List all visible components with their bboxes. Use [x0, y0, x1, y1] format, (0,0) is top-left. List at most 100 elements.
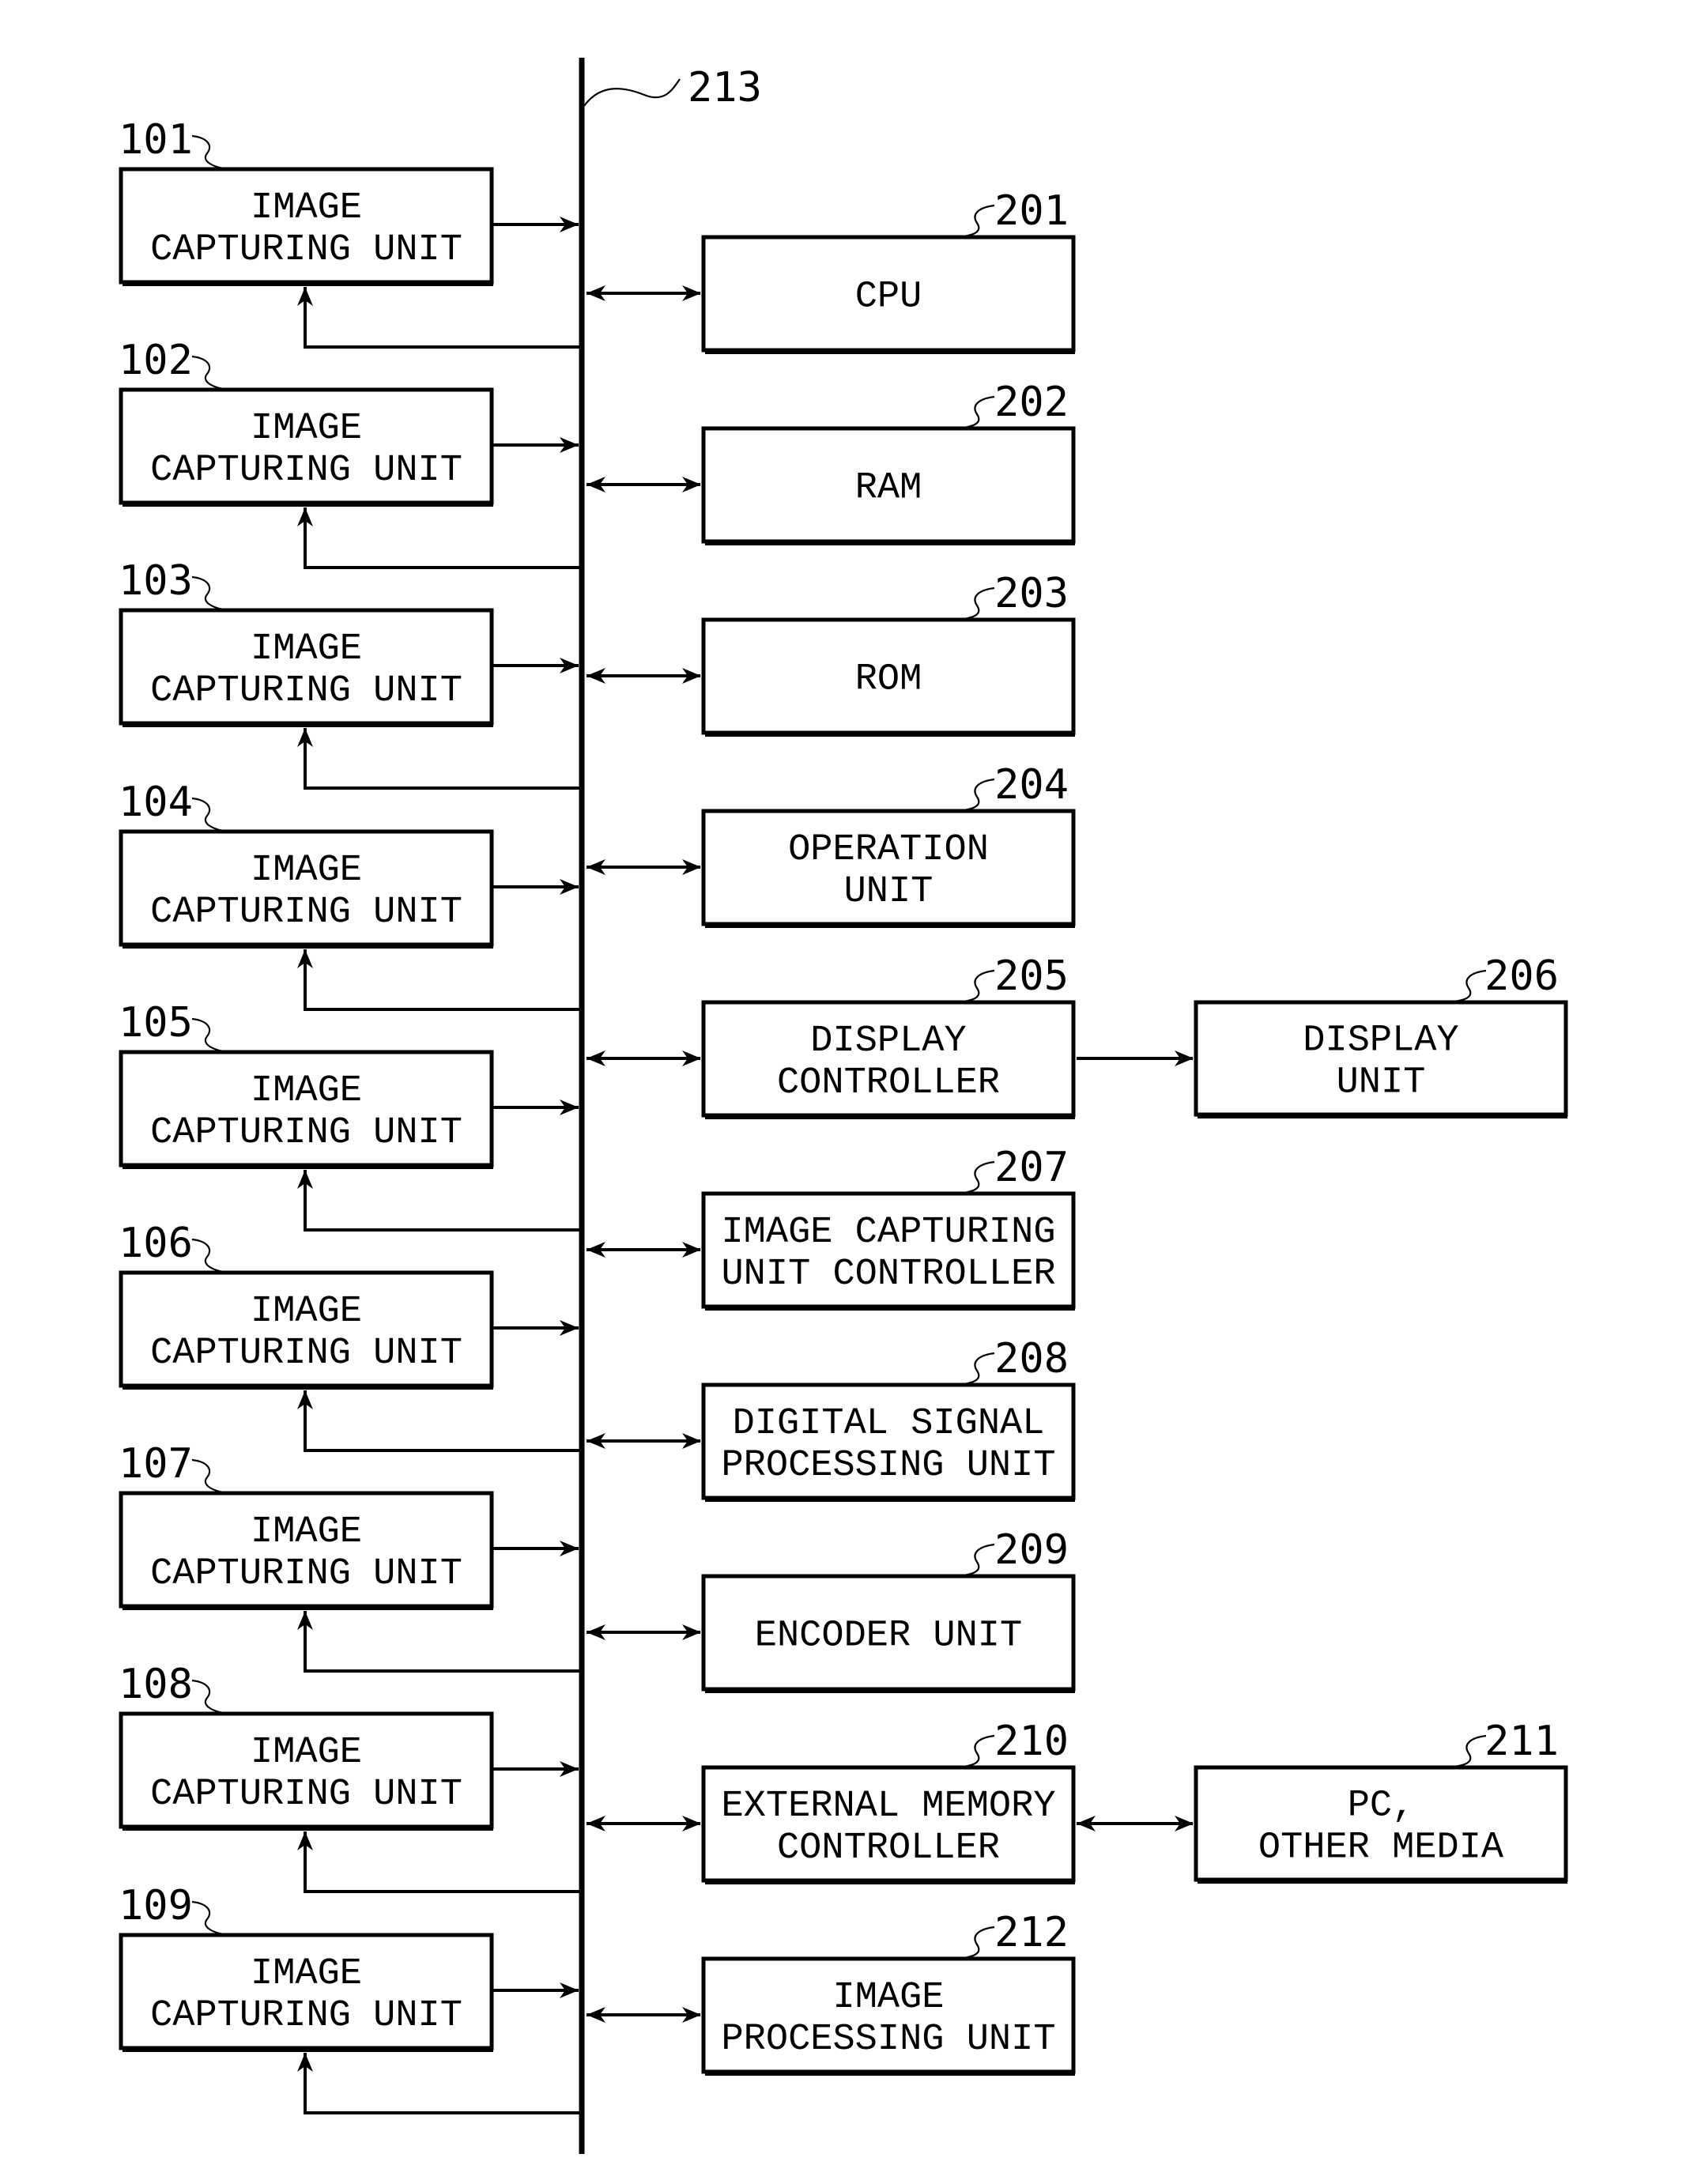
box-label-line: IMAGE CAPTURING [721, 1212, 1055, 1254]
leader-line [957, 969, 995, 1004]
bus-components-column: CPU201RAM202ROM203OPERATIONUNIT204DISPLA… [701, 187, 1076, 2076]
control-wire [304, 1170, 582, 1232]
leader-line [191, 1017, 230, 1054]
bus-component: ROM 203 [701, 570, 1076, 737]
box-label-line: UNIT [1337, 1062, 1426, 1104]
bus-component: RAM 202 [701, 379, 1076, 545]
control-wire [304, 1831, 582, 1893]
bus-component: DISPLAYCONTROLLER205 [701, 952, 1076, 1119]
reference-numeral: 108 [119, 1661, 193, 1708]
leader-line [957, 1926, 995, 1960]
control-wire [304, 2053, 582, 2114]
reference-numeral: 105 [119, 999, 193, 1047]
bus-component-box: DIGITAL SIGNALPROCESSING UNIT [701, 1382, 1076, 1502]
box-label-line: IMAGE [251, 1070, 362, 1112]
image-capturing-unit-box: IMAGECAPTURING UNIT [119, 829, 494, 949]
box-label-line: CAPTURING UNIT [150, 1112, 462, 1154]
leader-line [957, 1160, 995, 1195]
image-capturing-unit: IMAGECAPTURING UNIT101 [119, 116, 494, 286]
control-wire [304, 1390, 582, 1452]
image-capturing-unit: IMAGECAPTURING UNIT107 [119, 1440, 494, 1610]
image-capturing-unit-box: IMAGECAPTURING UNIT [119, 167, 494, 286]
bus-component: DIGITAL SIGNALPROCESSING UNIT208 [701, 1335, 1076, 1502]
image-capturing-unit: IMAGECAPTURING UNIT102 [119, 337, 494, 507]
image-capturing-unit-box: IMAGECAPTURING UNIT [119, 387, 494, 507]
box-label-line: CAPTURING UNIT [150, 1995, 462, 2037]
reference-numeral: 209 [994, 1526, 1069, 1574]
bus-component: OPERATIONUNIT204 [701, 761, 1076, 928]
reference-numeral: 102 [119, 337, 193, 384]
image-capturing-unit: IMAGECAPTURING UNIT108 [119, 1661, 494, 1831]
image-capturing-unit: IMAGECAPTURING UNIT105 [119, 999, 494, 1169]
box-label-line: UNIT CONTROLLER [721, 1254, 1055, 1296]
box-label-line: CONTROLLER [777, 1828, 1000, 1869]
reference-numeral: 104 [119, 779, 193, 826]
leader-line [191, 797, 230, 833]
reference-numeral: 201 [994, 187, 1069, 235]
box-label-line: PC, [1348, 1786, 1415, 1828]
image-capturing-unit: IMAGECAPTURING UNIT 109 [119, 1882, 494, 2052]
bus-component: CPU 201 [701, 187, 1076, 354]
box-label-line: CAPTURING UNIT [150, 670, 462, 712]
box-label-line: EXTERNAL MEMORY [721, 1786, 1055, 1828]
reference-numeral: 203 [994, 570, 1069, 617]
image-capturing-unit-box: IMAGECAPTURING UNIT [119, 1711, 494, 1831]
control-wire [304, 507, 582, 569]
box-label-line: DISPLAY [1303, 1020, 1458, 1062]
leader-line [191, 134, 230, 171]
reference-numeral: 213 [688, 64, 762, 111]
bus-component-box: EXTERNAL MEMORYCONTROLLER [701, 1765, 1076, 1884]
peripheral-box: PC,OTHER MEDIA [1194, 1765, 1568, 1884]
box-label-line: IMAGE [251, 1953, 362, 1995]
box-label-line: CAPTURING UNIT [150, 1333, 462, 1375]
box-label-line: PROCESSING UNIT [721, 2019, 1055, 2061]
leader-line [957, 204, 995, 239]
box-label-line: IMAGE [251, 850, 362, 892]
reference-numeral: 109 [119, 1882, 193, 1929]
reference-numeral: 212 [994, 1909, 1069, 1956]
block-diagram: 213 IMAGECAPTURING UNIT101IMAGECAPTURING… [119, 58, 1568, 2154]
image-capturing-unit-box: IMAGECAPTURING UNIT [119, 608, 494, 727]
control-wire [304, 287, 582, 349]
box-label-line: IMAGE [251, 187, 362, 229]
bus-component-box: DISPLAYCONTROLLER [701, 1000, 1076, 1119]
bus-component-box: IMAGEPROCESSING UNIT [701, 1956, 1076, 2076]
box-label-line: RAM [855, 468, 922, 510]
peripheral: PC,OTHER MEDIA211 [1194, 1718, 1568, 1884]
leader-line [957, 395, 995, 430]
image-capturing-unit: IMAGECAPTURING UNIT103 [119, 557, 494, 727]
box-label-line: DISPLAY [810, 1020, 966, 1062]
image-capturing-unit-box: IMAGECAPTURING UNIT [119, 1270, 494, 1390]
bus-component-box: CPU [701, 235, 1076, 354]
reference-numeral: 101 [119, 116, 193, 164]
bus-component: IMAGEPROCESSING UNIT212 [701, 1909, 1076, 2076]
leader-line [1447, 969, 1487, 1004]
image-capturing-unit-box: IMAGECAPTURING UNIT [119, 1050, 494, 1169]
leader-line [957, 1734, 995, 1769]
peripheral: DISPLAYUNIT206 [1194, 952, 1568, 1118]
box-label-line: ENCODER UNIT [755, 1616, 1022, 1658]
box-label-line: UNIT [844, 871, 934, 913]
box-label-line: CAPTURING UNIT [150, 1553, 462, 1595]
box-label-line: CPU [855, 277, 922, 319]
leader-line [957, 587, 995, 621]
image-capturing-unit: IMAGECAPTURING UNIT104 [119, 779, 494, 949]
leader-line [191, 1458, 230, 1495]
box-label-line: PROCESSING UNIT [721, 1445, 1055, 1487]
leader-line [191, 355, 230, 391]
box-label-line: CAPTURING UNIT [150, 892, 462, 934]
leader-line [957, 1543, 995, 1578]
box-label-line: CAPTURING UNIT [150, 450, 462, 492]
box-label-line: OTHER MEDIA [1258, 1828, 1504, 1869]
box-label-line: CONTROLLER [777, 1062, 1000, 1104]
bus-component: ENCODER UNIT 209 [701, 1526, 1076, 1693]
reference-numeral: 205 [994, 952, 1069, 1000]
bus-component-box: IMAGE CAPTURINGUNIT CONTROLLER [701, 1191, 1076, 1311]
reference-numeral: 103 [119, 557, 193, 605]
reference-numeral: 206 [1484, 952, 1559, 1000]
leader-line [583, 78, 681, 107]
reference-numeral: 204 [994, 761, 1069, 809]
bus-component: EXTERNAL MEMORYCONTROLLER210 [701, 1718, 1076, 1884]
peripheral-box: DISPLAYUNIT [1194, 1000, 1568, 1118]
leader-line [957, 1352, 995, 1386]
